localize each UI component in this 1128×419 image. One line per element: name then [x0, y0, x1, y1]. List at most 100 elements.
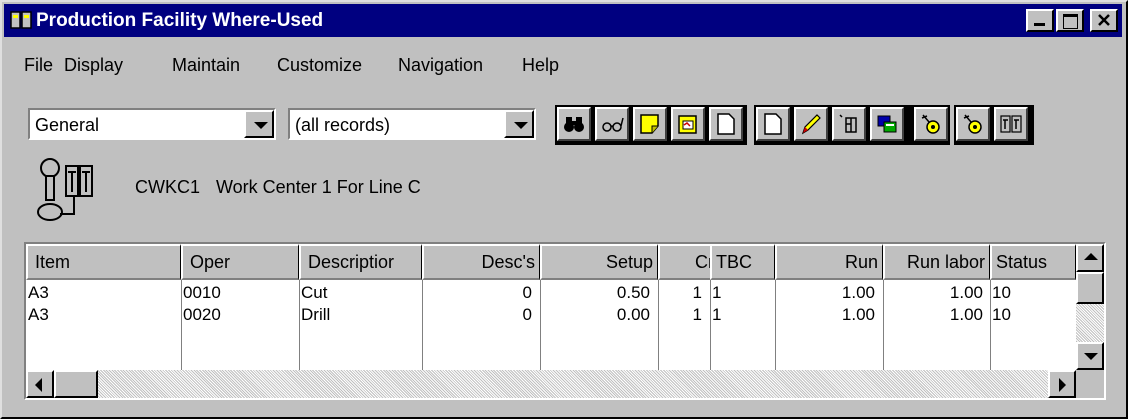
maximize-button[interactable]: [1056, 9, 1084, 32]
view-button[interactable]: [595, 107, 629, 141]
close-icon: [1098, 14, 1110, 26]
scroll-left-button[interactable]: [26, 370, 54, 398]
records-select[interactable]: (all records): [288, 108, 536, 140]
cell-status[interactable]: 10: [990, 304, 1072, 326]
find-button[interactable]: [557, 107, 591, 141]
cell-setup[interactable]: 0.50: [540, 282, 650, 304]
glasses-icon: [602, 117, 624, 132]
scroll-right-button[interactable]: [1048, 370, 1076, 398]
notes-button[interactable]: [633, 107, 667, 141]
view-select-value: General: [35, 115, 100, 135]
app-icon: [10, 11, 32, 29]
window-title: Production Facility Where-Used: [36, 10, 324, 31]
table-row[interactable]: A3 0010 Cut 0 0.50 1 1 1.00 1.00 10: [26, 282, 1076, 304]
where-used-grid: Item Oper Descriptior Desc's Setup Crew …: [24, 242, 1106, 400]
title-bar[interactable]: Production Facility Where-Used: [4, 4, 1122, 37]
cell-description[interactable]: Drill: [299, 304, 416, 326]
menu-customize[interactable]: Customize: [277, 52, 362, 78]
copy-button[interactable]: [870, 107, 904, 141]
copy-records-icon: [877, 115, 897, 133]
where-used-icon: [1000, 115, 1022, 133]
new-document-icon: [717, 113, 735, 135]
print-preview-icon: [678, 115, 697, 134]
chevron-left-icon: [35, 378, 42, 392]
scroll-down-button[interactable]: [1076, 342, 1104, 370]
menu-file[interactable]: File: [24, 52, 53, 78]
minimize-icon: [1034, 23, 1045, 26]
horizontal-scrollbar[interactable]: [26, 370, 1076, 398]
facility-button[interactable]: [832, 107, 866, 141]
scroll-thumb[interactable]: [54, 370, 98, 398]
column-header-descs[interactable]: Desc's: [422, 244, 540, 280]
grid-header: Item Oper Descriptior Desc's Setup Crew …: [26, 244, 1076, 280]
cell-run[interactable]: 1.00: [775, 282, 875, 304]
vertical-scrollbar[interactable]: [1076, 244, 1104, 370]
chevron-down-icon: [1084, 353, 1098, 360]
cell-tbc[interactable]: 1: [710, 304, 772, 326]
column-header-oper[interactable]: Oper: [181, 244, 299, 280]
chevron-right-icon: [1059, 378, 1066, 392]
cell-descs[interactable]: 0: [422, 282, 532, 304]
minimize-button[interactable]: [1026, 9, 1054, 32]
new-record-button[interactable]: [709, 107, 743, 141]
facility-icon: [37, 158, 93, 221]
maximize-icon: [1063, 14, 1078, 29]
edit-pencil-icon: [801, 114, 821, 135]
application-window: Production Facility Where-Used File Disp…: [0, 0, 1128, 419]
cell-descs[interactable]: 0: [422, 304, 532, 326]
workcenter-code: CWKC1: [135, 177, 201, 197]
toolbar-group-search: [555, 105, 747, 145]
edit-button[interactable]: [794, 107, 828, 141]
settings-icon: [963, 114, 982, 134]
records-select-value: (all records): [295, 115, 391, 135]
workcenter-description: Work Center 1 For Line C: [216, 177, 421, 197]
records-select-dropdown[interactable]: [504, 110, 534, 138]
menu-navigation[interactable]: Navigation: [398, 52, 483, 78]
column-header-description[interactable]: Descriptior: [299, 244, 422, 280]
cell-oper[interactable]: 0020: [181, 304, 293, 326]
note-icon: [640, 114, 659, 134]
column-header-status[interactable]: Status: [990, 244, 1076, 280]
cell-crew[interactable]: 1: [658, 304, 702, 326]
cell-item[interactable]: A3: [26, 304, 178, 326]
new-document-icon: [764, 113, 782, 135]
menu-display[interactable]: Display: [64, 52, 123, 78]
preview-button[interactable]: [671, 107, 705, 141]
toolbar-group-tools: [954, 105, 1034, 145]
column-header-item[interactable]: Item: [26, 244, 181, 280]
menu-help[interactable]: Help: [522, 52, 559, 78]
column-header-run-labor[interactable]: Run labor: [883, 244, 990, 280]
scrollbar-corner: [1076, 370, 1104, 398]
cell-run-labor[interactable]: 1.00: [883, 304, 983, 326]
chevron-down-icon: [514, 122, 528, 129]
scroll-thumb[interactable]: [1076, 272, 1104, 304]
cell-run-labor[interactable]: 1.00: [883, 282, 983, 304]
table-row[interactable]: A3 0020 Drill 0 0.00 1 1 1.00 1.00 10: [26, 304, 1076, 326]
chevron-down-icon: [254, 122, 268, 129]
view-select-dropdown[interactable]: [244, 110, 274, 138]
setup-button[interactable]: [914, 107, 948, 141]
column-header-tbc[interactable]: TBC: [710, 244, 775, 280]
binoculars-icon: [564, 117, 584, 132]
cell-run[interactable]: 1.00: [775, 304, 875, 326]
new-button[interactable]: [756, 107, 790, 141]
cell-status[interactable]: 10: [990, 282, 1072, 304]
close-button[interactable]: [1090, 9, 1118, 32]
tools-button[interactable]: [956, 107, 990, 141]
cell-tbc[interactable]: 1: [710, 282, 772, 304]
column-header-run[interactable]: Run: [775, 244, 883, 280]
scroll-up-button[interactable]: [1076, 244, 1104, 272]
where-used-button[interactable]: [994, 107, 1028, 141]
menu-maintain[interactable]: Maintain: [172, 52, 240, 78]
settings-icon: [921, 114, 940, 134]
facility-icon: [839, 114, 857, 133]
cell-item[interactable]: A3: [26, 282, 178, 304]
column-header-setup[interactable]: Setup: [540, 244, 658, 280]
cell-description[interactable]: Cut: [299, 282, 416, 304]
cell-oper[interactable]: 0010: [181, 282, 293, 304]
cell-crew[interactable]: 1: [658, 282, 702, 304]
toolbar-group-edit: [754, 105, 950, 145]
chevron-up-icon: [1084, 253, 1098, 260]
cell-setup[interactable]: 0.00: [540, 304, 650, 326]
view-select[interactable]: General: [28, 108, 276, 140]
